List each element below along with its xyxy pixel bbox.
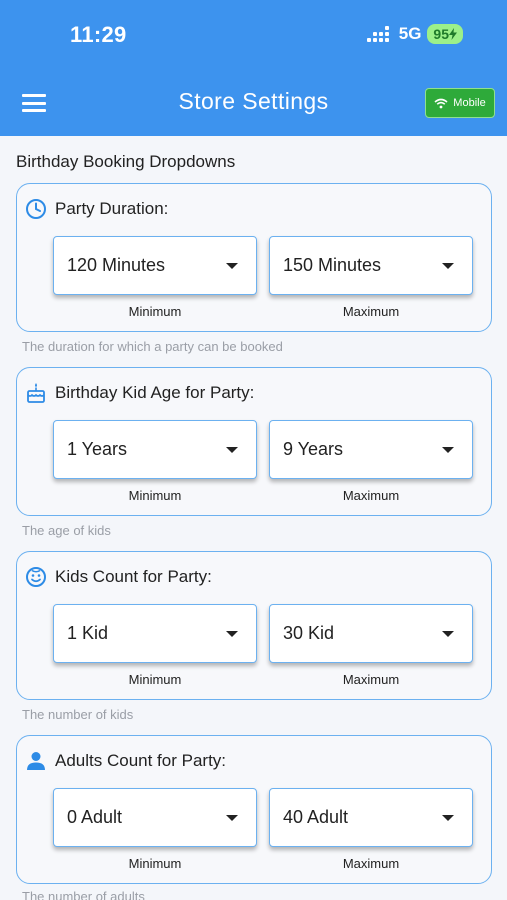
caret-down-icon (226, 446, 238, 453)
card-hint: The number of kids (22, 707, 134, 722)
dropdown-value: 150 Minutes (283, 255, 382, 275)
person-icon (25, 750, 47, 772)
battery-level: 95 (433, 26, 449, 42)
party-duration-card: Party Duration: 120 Minutes 150 Minutes … (16, 183, 492, 332)
adults-max-dropdown[interactable]: 40 Adult (269, 788, 473, 847)
dropdown-value: 9 Years (283, 439, 344, 459)
charging-icon (449, 28, 457, 40)
age-min-dropdown[interactable]: 1 Years (53, 420, 257, 479)
duration-min-dropdown[interactable]: 120 Minutes (53, 236, 257, 295)
max-label: Maximum (342, 304, 400, 319)
dropdown-value: 1 Kid (67, 623, 109, 643)
max-label: Maximum (342, 488, 400, 503)
min-label: Minimum (128, 672, 182, 687)
smiley-icon (25, 566, 47, 588)
adults-min-dropdown[interactable]: 0 Adult (53, 788, 257, 847)
status-time: 11:29 (70, 22, 127, 47)
max-label: Maximum (342, 672, 400, 687)
cake-icon (25, 382, 47, 404)
kid-age-card: Birthday Kid Age for Party: 1 Years 9 Ye… (16, 367, 492, 516)
max-label: Maximum (342, 856, 400, 871)
caret-down-icon (442, 630, 454, 637)
card-title: Birthday Kid Age for Party: (55, 383, 255, 402)
mobile-badge-label: Mobile (453, 97, 486, 109)
card-hint: The age of kids (22, 523, 111, 538)
caret-down-icon (442, 814, 454, 821)
min-label: Minimum (128, 488, 182, 503)
kids-max-dropdown[interactable]: 30 Kid (269, 604, 473, 663)
kids-count-card: Kids Count for Party: 1 Kid 30 Kid Minim… (16, 551, 492, 700)
card-hint: The duration for which a party can be bo… (22, 339, 283, 354)
dropdown-value: 40 Adult (283, 807, 349, 827)
adults-count-card: Adults Count for Party: 0 Adult 40 Adult… (16, 735, 492, 884)
battery-badge: 95 (427, 24, 463, 44)
wifi-icon (434, 98, 448, 108)
card-title: Kids Count for Party: (55, 567, 212, 586)
card-title: Party Duration: (55, 199, 169, 218)
age-max-dropdown[interactable]: 9 Years (269, 420, 473, 479)
min-label: Minimum (128, 856, 182, 871)
status-indicators: 5G 95 (366, 24, 463, 44)
app-header: 11:29 5G 95 Store Settings Mobile (0, 0, 507, 136)
card-hint: The number of adults (22, 889, 145, 900)
dropdown-value: 1 Years (67, 439, 128, 459)
dropdown-value: 30 Kid (283, 623, 335, 643)
signal-icon (366, 26, 389, 42)
settings-content: Birthday Booking Dropdowns Party Duratio… (0, 136, 507, 900)
caret-down-icon (226, 262, 238, 269)
mobile-badge-button[interactable]: Mobile (425, 88, 495, 118)
min-label: Minimum (128, 304, 182, 319)
caret-down-icon (226, 814, 238, 821)
caret-down-icon (442, 446, 454, 453)
kids-min-dropdown[interactable]: 1 Kid (53, 604, 257, 663)
duration-max-dropdown[interactable]: 150 Minutes (269, 236, 473, 295)
network-label: 5G (398, 24, 422, 43)
card-title: Adults Count for Party: (55, 751, 227, 770)
caret-down-icon (226, 630, 238, 637)
section-title: Birthday Booking Dropdowns (16, 152, 236, 171)
dropdown-value: 0 Adult (67, 807, 123, 827)
dropdown-value: 120 Minutes (67, 255, 166, 275)
caret-down-icon (442, 262, 454, 269)
clock-icon (25, 198, 47, 220)
